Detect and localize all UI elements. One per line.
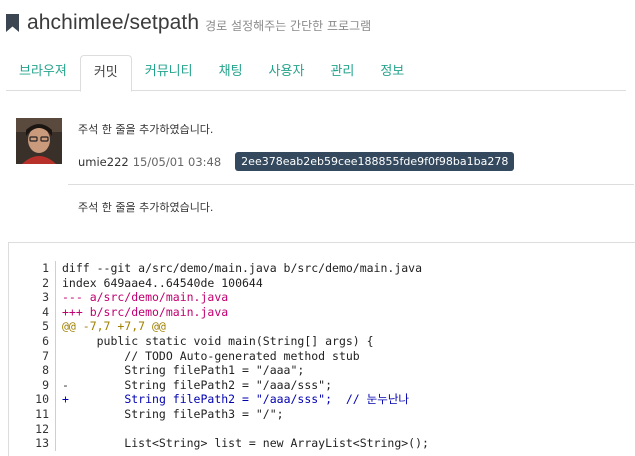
line-text: // TODO Auto-generated method stub <box>62 348 360 363</box>
diff-line: 11 String filePath3 = "/"; <box>21 406 429 422</box>
commit-date: 15/05/01 03:48 <box>132 154 222 169</box>
line-text: String filePath3 = "/"; <box>62 406 284 421</box>
gutter-line <box>55 406 56 422</box>
commit-message: 주석 한 줄을 추가하였습니다. <box>78 123 214 136</box>
repo-header: ahchimlee/setpath 경로 설정해주는 간단한 프로그램 <box>6 8 371 38</box>
avatar[interactable] <box>16 118 62 164</box>
line-number: 6 <box>42 333 49 348</box>
diff-line: 12 <box>21 421 429 437</box>
gutter-line <box>55 377 56 393</box>
diff-line: 7 // TODO Auto-generated method stub <box>21 348 429 364</box>
line-number: 2 <box>42 275 49 290</box>
line-text: index 649aae4..64540de 100644 <box>62 275 263 290</box>
gutter-line <box>55 261 56 276</box>
diff-line: 13 List<String> list = new ArrayList<Str… <box>21 436 429 451</box>
tab-community[interactable]: 커뮤니티 <box>132 55 206 91</box>
diff-line: 6 public static void main(String[] args)… <box>21 333 429 349</box>
line-number: 13 <box>35 436 49 451</box>
diff-code: 1 diff --git a/src/demo/main.java b/src/d… <box>21 261 429 451</box>
tab-commits[interactable]: 커밋 <box>79 55 132 92</box>
line-number: 3 <box>42 290 49 305</box>
tab-info[interactable]: 정보 <box>367 55 417 91</box>
diff-line: 8 String filePath1 = "/aaa"; <box>21 363 429 378</box>
line-text: @@ -7,7 +7,7 @@ <box>62 319 166 334</box>
diff-line: 9 - String filePath2 = "/aaa/sss"; <box>21 377 429 393</box>
gutter-line <box>55 436 56 451</box>
tab-browser[interactable]: 브라우져 <box>6 55 80 91</box>
line-text: public static void main(String[] args) { <box>62 333 374 348</box>
gutter-line <box>55 290 56 305</box>
diff-viewer: 1 diff --git a/src/demo/main.java b/src/d… <box>8 242 635 456</box>
line-text: List<String> list = new ArrayList<String… <box>62 436 429 451</box>
korean-comment: 눈누난나 <box>366 392 409 407</box>
gutter-line <box>55 363 56 378</box>
line-text: - String filePath2 = "/aaa/sss"; <box>62 377 333 392</box>
gutter-line <box>55 275 56 291</box>
line-number: 9 <box>42 377 49 392</box>
gutter-line <box>55 319 56 334</box>
gutter-line <box>55 392 56 407</box>
nav-tabs: 브라우져 커밋 커뮤니티 채팅 사용자 관리 정보 <box>6 55 626 92</box>
line-number: 1 <box>42 261 49 275</box>
diff-line: 4 +++ b/src/demo/main.java <box>21 304 429 320</box>
tab-admin[interactable]: 관리 <box>317 55 367 91</box>
line-number: 8 <box>42 363 49 378</box>
diff-line: 5 @@ -7,7 +7,7 @@ <box>21 319 429 334</box>
divider <box>68 184 634 185</box>
diff-line: 3 --- a/src/demo/main.java <box>21 290 429 305</box>
commit-hash-badge[interactable]: 2ee378eab2eb59cee188855fde9f0f98ba1ba278 <box>235 152 515 171</box>
line-number: 7 <box>42 348 49 363</box>
tab-chat[interactable]: 채팅 <box>206 55 256 91</box>
gutter-line <box>55 348 56 364</box>
avatar-image <box>16 118 62 164</box>
diff-line: 2 index 649aae4..64540de 100644 <box>21 275 429 291</box>
commit-author[interactable]: umie222 <box>78 155 129 169</box>
diff-line: 10 + String filePath2 = "/aaa/sss"; // 눈누… <box>21 392 429 407</box>
line-number: 11 <box>35 406 49 421</box>
tab-users[interactable]: 사용자 <box>256 55 318 91</box>
gutter-line <box>55 421 56 437</box>
diff-line: 1 diff --git a/src/demo/main.java b/src/d… <box>21 261 429 276</box>
removed-marker: - <box>62 377 69 392</box>
commit-body: 주석 한 줄을 추가하였습니다. <box>78 201 214 214</box>
line-number: 12 <box>35 421 49 436</box>
repo-description: 경로 설정해주는 간단한 프로그램 <box>205 18 372 33</box>
added-marker: + <box>62 392 69 407</box>
line-text: + String filePath2 = "/aaa/sss"; // 눈누난나 <box>62 392 409 407</box>
line-text: diff --git a/src/demo/main.java b/src/de… <box>62 261 423 275</box>
repo-title[interactable]: ahchimlee/setpath <box>27 11 199 35</box>
bookmark-icon <box>6 14 19 32</box>
line-number: 5 <box>42 319 49 334</box>
line-text: String filePath1 = "/aaa"; <box>62 363 305 378</box>
gutter-line <box>55 304 56 320</box>
commit-meta: umie222 15/05/01 03:48 2ee378eab2eb59cee… <box>78 152 515 171</box>
line-number: 10 <box>35 392 49 407</box>
line-text: --- a/src/demo/main.java <box>62 290 229 305</box>
line-text: +++ b/src/demo/main.java <box>62 304 229 319</box>
gutter-line <box>55 333 56 349</box>
line-number: 4 <box>42 304 49 319</box>
